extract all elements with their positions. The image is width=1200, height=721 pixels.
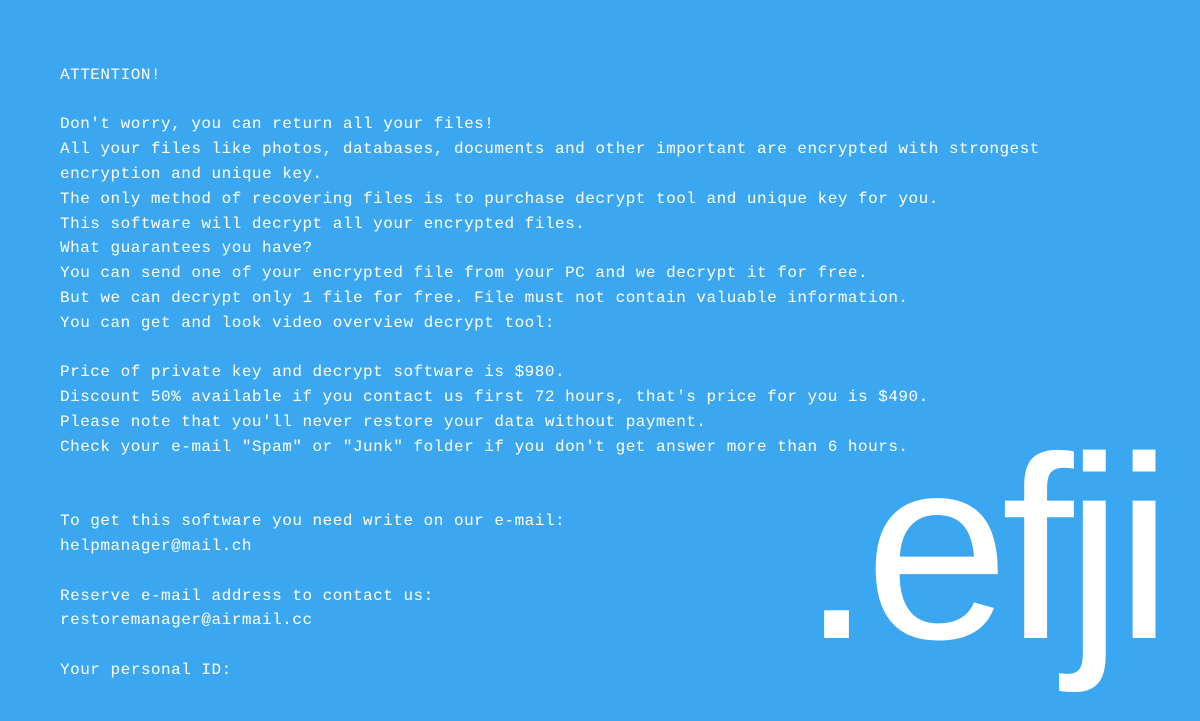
- note-line: But we can decrypt only 1 file for free.…: [60, 289, 909, 307]
- note-line: Reserve e-mail address to contact us:: [60, 587, 434, 605]
- note-line: Please note that you'll never restore yo…: [60, 413, 707, 431]
- note-line: You can send one of your encrypted file …: [60, 264, 868, 282]
- note-line: To get this software you need write on o…: [60, 512, 565, 530]
- note-line: This software will decrypt all your encr…: [60, 215, 585, 233]
- note-line: Price of private key and decrypt softwar…: [60, 363, 565, 381]
- note-line: The only method of recovering files is t…: [60, 190, 939, 208]
- note-line: Discount 50% available if you contact us…: [60, 388, 929, 406]
- note-line: All your files like photos, databases, d…: [60, 140, 1050, 183]
- note-line: You can get and look video overview decr…: [60, 314, 555, 332]
- note-line: Don't worry, you can return all your fil…: [60, 115, 494, 133]
- ransom-note-content: ATTENTION! Don't worry, you can return a…: [0, 0, 1200, 721]
- note-line: ATTENTION!: [60, 66, 161, 84]
- note-line: Your personal ID:: [60, 661, 232, 679]
- note-line: Check your e-mail "Spam" or "Junk" folde…: [60, 438, 909, 456]
- note-line: restoremanager@airmail.cc: [60, 611, 313, 629]
- note-line: What guarantees you have?: [60, 239, 313, 257]
- note-line: helpmanager@mail.ch: [60, 537, 252, 555]
